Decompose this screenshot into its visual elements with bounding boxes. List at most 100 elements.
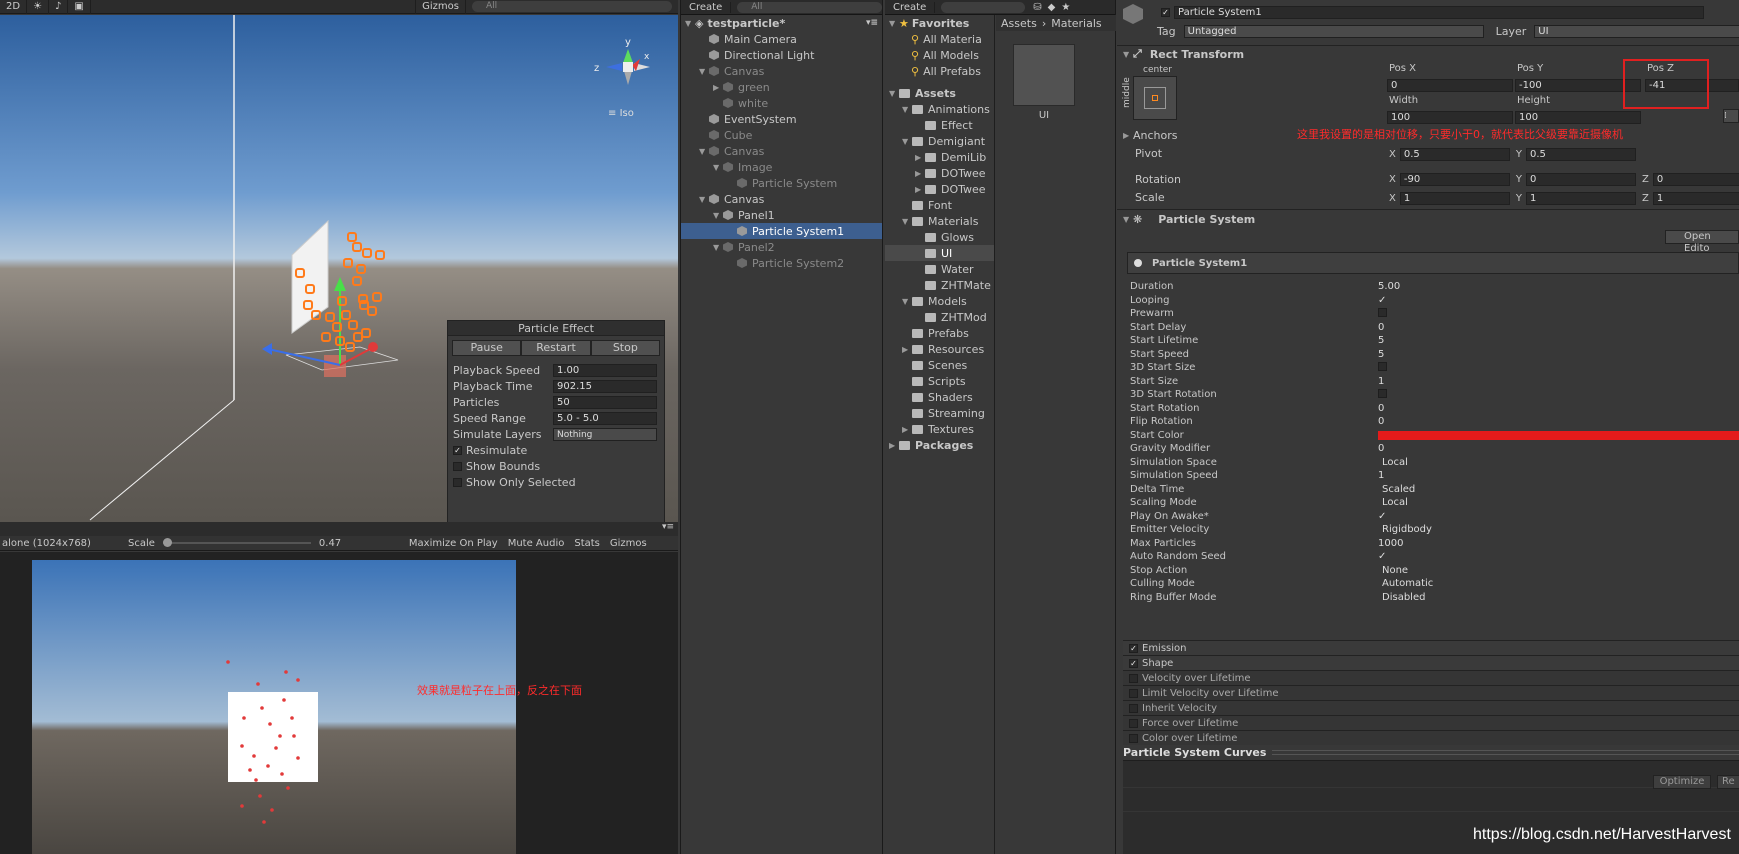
- scene-view[interactable]: y z x ≡ Iso Particle Effect Pause Restar…: [0, 15, 678, 522]
- optimize-button[interactable]: Optimize: [1653, 775, 1711, 789]
- checkbox[interactable]: [1378, 361, 1387, 371]
- ps-property-value[interactable]: Disabled: [1378, 592, 1739, 603]
- project-folder-item[interactable]: Scenes: [885, 357, 994, 373]
- rect-transform-header[interactable]: ▼ ⤢ Rect Transform: [1123, 47, 1244, 61]
- particle-effect-row-value[interactable]: 5.0 - 5.0: [553, 411, 657, 425]
- particle-effect-row-value[interactable]: 50: [553, 395, 657, 409]
- breadcrumb-assets[interactable]: Assets: [1001, 17, 1037, 30]
- checkbox[interactable]: [453, 477, 462, 487]
- layer-dropdown[interactable]: UI: [1534, 25, 1739, 38]
- favorite-item[interactable]: ⚲ All Materia: [885, 31, 994, 47]
- project-search-input[interactable]: [941, 1, 1026, 13]
- expand-arrow-icon[interactable]: ▶: [1123, 131, 1133, 140]
- maximize-on-play-toggle[interactable]: Maximize On Play: [409, 538, 498, 549]
- pivot-y-field[interactable]: 0.5: [1525, 148, 1636, 161]
- expand-arrow-icon[interactable]: ▼: [902, 105, 912, 114]
- ps-property-value[interactable]: 5: [1378, 335, 1739, 346]
- expand-arrow-icon[interactable]: ▶: [915, 185, 925, 194]
- expand-arrow-icon[interactable]: ▼: [713, 243, 723, 252]
- hierarchy-item[interactable]: ▼ Panel2: [681, 239, 882, 255]
- ps-module-header[interactable]: Velocity over Lifetime: [1123, 670, 1739, 685]
- game-menu-icon[interactable]: ▾≡: [662, 522, 674, 532]
- rotation-z-field[interactable]: 0: [1652, 173, 1739, 186]
- project-folder-item[interactable]: ▼ Animations: [885, 101, 994, 117]
- project-folder-item[interactable]: ▶ Resources: [885, 341, 994, 357]
- module-checkbox[interactable]: [1129, 688, 1138, 698]
- module-checkbox[interactable]: [1129, 733, 1138, 743]
- lighting-icon[interactable]: ☀: [27, 0, 50, 14]
- ps-module-header[interactable]: ✓ Shape: [1123, 655, 1739, 670]
- project-folder-item[interactable]: ▶ DOTwee: [885, 165, 994, 181]
- particle-system-header[interactable]: ▼ ❋ Particle System: [1123, 213, 1255, 226]
- hierarchy-item[interactable]: ▼ Image: [681, 159, 882, 175]
- stop-button[interactable]: Stop: [590, 340, 660, 356]
- filter-label-icon[interactable]: ◆: [1048, 2, 1056, 13]
- pos-x-field[interactable]: 0: [1387, 79, 1513, 92]
- anchor-preset-button[interactable]: [1133, 76, 1177, 120]
- module-checkbox[interactable]: ✓: [1129, 658, 1138, 668]
- favorite-item[interactable]: ⚲ All Models: [885, 47, 994, 63]
- ps-property-value[interactable]: Local: [1378, 457, 1739, 468]
- project-folder-item[interactable]: ▶ DOTwee: [885, 181, 994, 197]
- remove-button[interactable]: Re: [1717, 775, 1739, 789]
- expand-arrow-icon[interactable]: ▼: [902, 297, 912, 306]
- hierarchy-item[interactable]: Directional Light: [681, 47, 882, 63]
- hierarchy-item[interactable]: ▼ Panel1: [681, 207, 882, 223]
- expand-arrow-icon[interactable]: ▶: [713, 83, 723, 92]
- module-checkbox[interactable]: [1129, 673, 1138, 683]
- hierarchy-item[interactable]: EventSystem: [681, 111, 882, 127]
- rotation-y-field[interactable]: 0: [1525, 173, 1636, 186]
- ps-property-value[interactable]: 0: [1378, 322, 1739, 333]
- game-view[interactable]: 效果就是粒子在上面，反之在下面: [0, 552, 678, 854]
- expand-arrow-icon[interactable]: ▼: [713, 163, 723, 172]
- expand-arrow-icon[interactable]: ▼: [889, 19, 899, 28]
- expand-arrow-icon[interactable]: ▶: [915, 153, 925, 162]
- anchors-foldout[interactable]: ▶ Anchors: [1123, 129, 1178, 142]
- game-gizmos-dropdown[interactable]: Gizmos: [610, 538, 647, 549]
- project-folder-item[interactable]: Effect: [885, 117, 994, 133]
- module-checkbox[interactable]: [1129, 703, 1138, 713]
- breadcrumb-materials[interactable]: Materials: [1051, 17, 1101, 30]
- project-folder-item[interactable]: Font: [885, 197, 994, 213]
- scale-x-field[interactable]: 1: [1399, 192, 1510, 205]
- hierarchy-item[interactable]: ▶ green: [681, 79, 882, 95]
- expand-arrow-icon[interactable]: ▼: [902, 217, 912, 226]
- object-name-field[interactable]: Particle System1: [1174, 6, 1704, 19]
- project-folder-item[interactable]: ZHTMod: [885, 309, 994, 325]
- ps-module-header[interactable]: ✓ Emission: [1123, 640, 1739, 655]
- expand-arrow-icon[interactable]: ▼: [902, 137, 912, 146]
- pivot-x-field[interactable]: 0.5: [1399, 148, 1510, 161]
- module-checkbox[interactable]: [1129, 718, 1138, 728]
- hierarchy-create-button[interactable]: Create: [681, 1, 732, 13]
- particle-effect-row-value[interactable]: 1.00: [553, 363, 657, 377]
- hierarchy-item[interactable]: ▼ Canvas: [681, 191, 882, 207]
- assets-header[interactable]: ▼ Assets: [885, 85, 994, 101]
- checkbox[interactable]: [1378, 388, 1387, 398]
- stats-toggle[interactable]: Stats: [574, 538, 600, 549]
- particle-effect-row-value[interactable]: 902.15: [553, 379, 657, 393]
- ps-property-value[interactable]: 1000: [1378, 538, 1739, 549]
- ps-property-value[interactable]: [1378, 307, 1739, 320]
- ps-property-value[interactable]: 5: [1378, 349, 1739, 360]
- project-folder-item[interactable]: Prefabs: [885, 325, 994, 341]
- project-folder-item[interactable]: ▶ DemiLib: [885, 149, 994, 165]
- scale-slider[interactable]: [162, 538, 311, 547]
- ps-module-header[interactable]: Force over Lifetime: [1123, 715, 1739, 730]
- project-folder-item[interactable]: ▼ Models: [885, 293, 994, 309]
- ps-module-header[interactable]: Limit Velocity over Lifetime: [1123, 685, 1739, 700]
- particle-effect-check-row[interactable]: Show Bounds: [448, 458, 664, 474]
- effects-icon[interactable]: ▣: [68, 0, 91, 14]
- project-folder-item[interactable]: ▼ Demigiant: [885, 133, 994, 149]
- ps-property-value[interactable]: 0: [1378, 416, 1739, 427]
- project-create-button[interactable]: Create: [885, 1, 936, 13]
- rotation-x-field[interactable]: -90: [1399, 173, 1510, 186]
- favorite-item[interactable]: ⚲ All Prefabs: [885, 63, 994, 79]
- scene-gizmos-dropdown[interactable]: Gizmos: [415, 0, 466, 14]
- scale-y-field[interactable]: 1: [1525, 192, 1636, 205]
- ps-property-value[interactable]: 0: [1378, 443, 1739, 454]
- ps-module-header[interactable]: Color over Lifetime: [1123, 730, 1739, 745]
- project-folder-item[interactable]: Water: [885, 261, 994, 277]
- ps-property-value[interactable]: Local: [1378, 497, 1739, 508]
- hierarchy-item[interactable]: ▼ Canvas: [681, 143, 882, 159]
- ps-property-value[interactable]: 0: [1378, 403, 1739, 414]
